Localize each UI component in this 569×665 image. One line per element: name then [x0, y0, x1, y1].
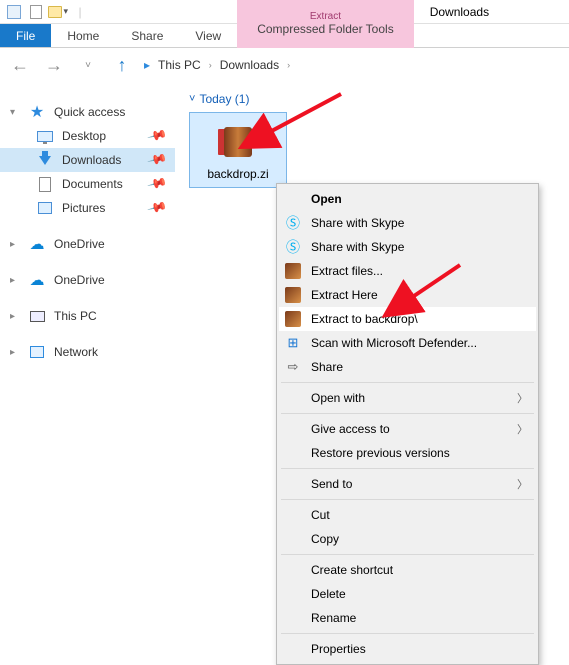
shield-icon: ⊞ — [283, 333, 303, 353]
sidebar-network[interactable]: Network — [0, 340, 175, 364]
back-button[interactable]: ← — [8, 53, 32, 77]
forward-button[interactable]: → — [42, 53, 66, 77]
download-icon — [36, 151, 54, 169]
ctx-defender[interactable]: ⊞Scan with Microsoft Defender... — [279, 331, 536, 355]
skype-icon: Ⓢ — [283, 237, 303, 257]
sidebar-item-downloads[interactable]: Downloads 📌 — [0, 148, 175, 172]
chevron-right-icon: › — [209, 60, 212, 70]
crumb-downloads[interactable]: Downloads — [218, 56, 281, 74]
ctx-delete[interactable]: Delete — [279, 582, 536, 606]
sidebar-onedrive-1[interactable]: ☁ OneDrive — [0, 232, 175, 256]
qat-icon-1[interactable] — [4, 2, 24, 22]
sidebar-thispc[interactable]: This PC — [0, 304, 175, 328]
chevron-down-icon — [10, 107, 20, 118]
pin-icon: 📌 — [146, 197, 168, 219]
ctx-share[interactable]: ⇨Share — [279, 355, 536, 379]
sidebar-item-desktop[interactable]: Desktop 📌 — [0, 124, 175, 148]
pin-icon: 📌 — [146, 173, 168, 195]
home-tab[interactable]: Home — [51, 24, 115, 47]
desktop-icon — [36, 127, 54, 145]
ctx-properties[interactable]: Properties — [279, 637, 536, 661]
chevron-right-icon: 〉 — [517, 421, 528, 437]
view-tab[interactable]: View — [179, 24, 237, 47]
ctx-copy[interactable]: Copy — [279, 527, 536, 551]
ribbon-tabs: File Home Share View Extract Compressed … — [0, 24, 569, 48]
cloud-icon: ☁ — [28, 235, 46, 253]
breadcrumb-root-icon: ▸ — [144, 58, 150, 72]
ctx-skype-1[interactable]: ⓈShare with Skype — [279, 211, 536, 235]
share-tab[interactable]: Share — [115, 24, 179, 47]
sidebar-quick-access[interactable]: ★ Quick access — [0, 100, 175, 124]
ctx-restore[interactable]: Restore previous versions — [279, 441, 536, 465]
recent-dropdown[interactable]: ˅ — [76, 53, 100, 77]
separator — [281, 468, 534, 469]
ctx-open-with[interactable]: Open with〉 — [279, 386, 536, 410]
skype-icon: Ⓢ — [283, 213, 303, 233]
window-title: Downloads — [414, 0, 505, 24]
ctx-give-access[interactable]: Give access to〉 — [279, 417, 536, 441]
chevron-right-icon — [10, 347, 20, 358]
sidebar-item-pictures[interactable]: Pictures 📌 — [0, 196, 175, 220]
chevron-right-icon — [10, 239, 20, 250]
separator — [281, 554, 534, 555]
breadcrumb[interactable]: ▸ This PC › Downloads › — [144, 56, 290, 74]
rar-icon — [283, 261, 303, 281]
ctx-skype-2[interactable]: ⓈShare with Skype — [279, 235, 536, 259]
pin-icon: 📌 — [146, 149, 168, 171]
ctx-send-to[interactable]: Send to〉 — [279, 472, 536, 496]
document-icon — [36, 175, 54, 193]
contextual-tab[interactable]: Extract Compressed Folder Tools — [237, 0, 414, 48]
ctx-cut[interactable]: Cut — [279, 503, 536, 527]
ctx-extract-files[interactable]: Extract files... — [279, 259, 536, 283]
crumb-thispc[interactable]: This PC — [156, 56, 203, 74]
pin-icon: 📌 — [146, 125, 168, 147]
file-tab[interactable]: File — [0, 24, 51, 47]
qat-icon-2[interactable] — [26, 2, 46, 22]
ctx-shortcut[interactable]: Create shortcut — [279, 558, 536, 582]
chevron-right-icon — [10, 311, 20, 322]
separator — [281, 413, 534, 414]
rar-icon — [283, 285, 303, 305]
ctx-open[interactable]: Open — [279, 187, 536, 211]
cloud-icon: ☁ — [28, 271, 46, 289]
rar-icon — [283, 309, 303, 329]
context-menu: Open ⓈShare with Skype ⓈShare with Skype… — [276, 183, 539, 665]
chevron-right-icon: 〉 — [517, 390, 528, 406]
sidebar-onedrive-2[interactable]: ☁ OneDrive — [0, 268, 175, 292]
file-item-label: backdrop.zi — [207, 167, 268, 181]
ctx-extract-here[interactable]: Extract Here — [279, 283, 536, 307]
sidebar-item-documents[interactable]: Documents 📌 — [0, 172, 175, 196]
separator — [281, 499, 534, 500]
up-button[interactable]: ↑ — [110, 53, 134, 77]
file-item-backdrop[interactable]: backdrop.zi — [189, 112, 287, 188]
ctx-rename[interactable]: Rename — [279, 606, 536, 630]
network-icon — [28, 343, 46, 361]
chevron-right-icon — [10, 275, 20, 286]
star-icon: ★ — [28, 103, 46, 121]
qat-folder[interactable]: ▾ — [48, 2, 68, 22]
ctx-extract-to[interactable]: Extract to backdrop\ — [279, 307, 536, 331]
pictures-icon — [36, 199, 54, 217]
sidebar: ★ Quick access Desktop 📌 Downloads 📌 Doc… — [0, 82, 175, 642]
share-icon: ⇨ — [283, 357, 303, 377]
chevron-right-icon: 〉 — [517, 476, 528, 492]
archive-icon — [216, 119, 260, 163]
chevron-right-icon: › — [287, 60, 290, 70]
separator — [281, 633, 534, 634]
chevron-down-icon: ˅ — [189, 93, 195, 105]
separator — [281, 382, 534, 383]
pc-icon — [28, 307, 46, 325]
group-header-today[interactable]: ˅ Today (1) — [175, 92, 569, 106]
address-bar: ← → ˅ ↑ ▸ This PC › Downloads › — [0, 48, 569, 82]
qat-divider: | — [70, 2, 90, 22]
